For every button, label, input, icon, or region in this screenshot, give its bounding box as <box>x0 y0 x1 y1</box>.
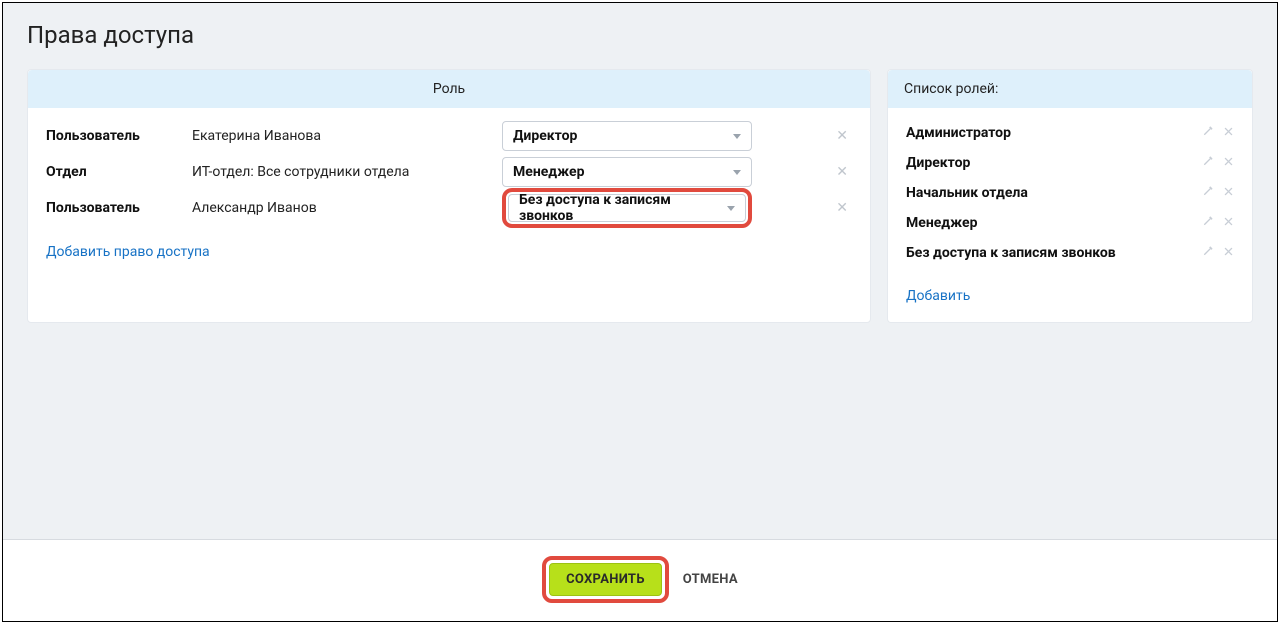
role-actions <box>1202 126 1234 141</box>
main-card-header: Роль <box>28 70 870 108</box>
chevron-down-icon <box>727 206 735 211</box>
chevron-down-icon <box>733 134 741 139</box>
role-list-item: Администратор <box>906 118 1234 148</box>
access-row-remove-cell: ✕ <box>752 164 852 180</box>
footer: СОХРАНИТЬ ОТМЕНА <box>3 539 1277 621</box>
access-row: ОтделИТ-отдел: Все сотрудники отдела Мене… <box>46 154 852 190</box>
role-select[interactable]: Менеджер <box>502 157 752 187</box>
delete-icon[interactable] <box>1223 246 1234 261</box>
access-rights-card: Роль ПользовательЕкатерина ИвановаДирект… <box>27 69 871 323</box>
add-role-link[interactable]: Добавить <box>906 288 970 304</box>
access-row-remove-cell: ✕ <box>752 128 852 144</box>
access-row-remove-cell: ✕ <box>752 200 852 216</box>
add-access-link[interactable]: Добавить право доступа <box>46 244 210 260</box>
highlight-save: СОХРАНИТЬ <box>542 556 669 603</box>
role-name: Директор <box>906 155 970 171</box>
edit-icon[interactable] <box>1202 186 1213 201</box>
access-row-role-cell: Директор <box>502 121 752 151</box>
access-row-subject: ИТ-отдел: Все сотрудники отдела <box>192 164 502 180</box>
delete-icon[interactable] <box>1223 186 1234 201</box>
role-list-item: Без доступа к записям звонков <box>906 238 1234 268</box>
role-actions <box>1202 246 1234 261</box>
access-row-type: Отдел <box>46 164 192 180</box>
remove-icon[interactable]: ✕ <box>836 128 848 144</box>
side-card-header: Список ролей: <box>888 70 1252 108</box>
access-row: ПользовательАлександр Иванов Без доступа … <box>46 190 852 226</box>
role-select-value: Без доступа к записям звонков <box>519 192 727 224</box>
role-actions <box>1202 186 1234 201</box>
edit-icon[interactable] <box>1202 216 1213 231</box>
remove-icon[interactable]: ✕ <box>836 200 848 216</box>
delete-icon[interactable] <box>1223 216 1234 231</box>
role-actions <box>1202 156 1234 171</box>
role-select[interactable]: Директор <box>502 121 752 151</box>
role-select-value: Менеджер <box>513 164 584 180</box>
role-name: Менеджер <box>906 215 977 231</box>
access-row-role-cell: Без доступа к записям звонков <box>502 188 752 228</box>
access-row-type: Пользователь <box>46 200 192 216</box>
chevron-down-icon <box>733 170 741 175</box>
role-select-value: Директор <box>513 128 577 144</box>
save-button[interactable]: СОХРАНИТЬ <box>549 563 662 596</box>
role-select[interactable]: Без доступа к записям звонков <box>508 194 746 222</box>
edit-icon[interactable] <box>1202 246 1213 261</box>
highlight-role-select: Без доступа к записям звонков <box>502 188 752 228</box>
cancel-button[interactable]: ОТМЕНА <box>683 572 738 587</box>
access-row-subject: Екатерина Иванова <box>192 128 502 144</box>
remove-icon[interactable]: ✕ <box>836 164 848 180</box>
role-name: Без доступа к записям звонков <box>906 245 1116 261</box>
access-row-subject: Александр Иванов <box>192 200 502 216</box>
role-list-item: Начальник отдела <box>906 178 1234 208</box>
role-name: Администратор <box>906 125 1011 141</box>
page-title: Права доступа <box>27 21 1253 49</box>
role-list-item: Директор <box>906 148 1234 178</box>
delete-icon[interactable] <box>1223 156 1234 171</box>
roles-list-card: Список ролей: Администратор Директор Начал… <box>887 69 1253 323</box>
access-row: ПользовательЕкатерина Иванова Директор ✕ <box>46 118 852 154</box>
role-actions <box>1202 216 1234 231</box>
access-row-role-cell: Менеджер <box>502 157 752 187</box>
role-list-item: Менеджер <box>906 208 1234 238</box>
delete-icon[interactable] <box>1223 126 1234 141</box>
edit-icon[interactable] <box>1202 156 1213 171</box>
access-row-type: Пользователь <box>46 128 192 144</box>
role-name: Начальник отдела <box>906 185 1028 201</box>
edit-icon[interactable] <box>1202 126 1213 141</box>
